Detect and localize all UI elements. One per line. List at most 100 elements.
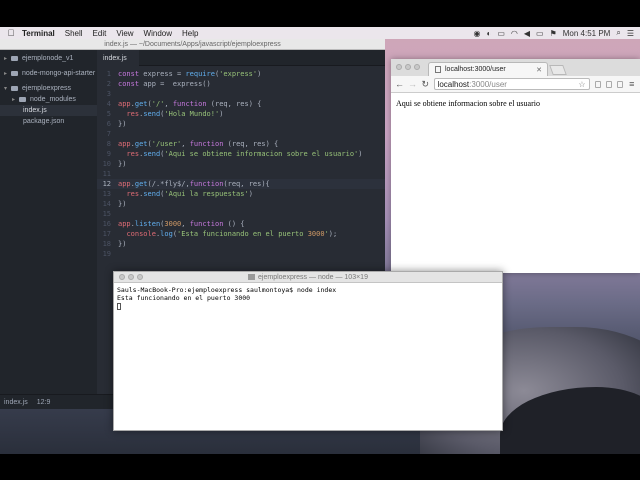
line-number: 5 [106,110,111,118]
wifi-icon[interactable]: ◠ [511,29,518,38]
sync-icon[interactable]: ◐ [486,29,491,38]
extension-icon[interactable] [605,80,613,88]
code-text: app.get(/.*fly$/,function(req, res){ [118,180,270,188]
editor-tab-bar: index.js [97,50,385,66]
chevron-right-icon[interactable]: ▸ [12,96,19,103]
code-line[interactable]: 8 app.get('/user', function (req, res) { [97,139,385,149]
reload-icon[interactable]: ↻ [421,79,430,90]
tree-item-node-modules[interactable]: ▸ node_modules [0,94,97,105]
code-line[interactable]: 18}) [97,239,385,249]
browser-tab[interactable]: localhost:3000/user ✕ [428,62,548,76]
code-text: const app = express() [118,80,211,88]
code-line[interactable]: 16 app.listen(3000, function () { [97,219,385,229]
code-line[interactable]: 12 app.get(/.*fly$/,function(req, res){ [97,179,385,189]
tree-item-ejemplonode-v1[interactable]: ▸ ejemplonode_v1 [0,53,97,64]
code-line[interactable]: 4 app.get('/', function (req, res) { [97,99,385,109]
bookmark-star-icon[interactable]: ☆ [578,80,585,89]
code-text: res.send('Hola Mundo!') [126,110,224,118]
code-line[interactable]: 6}) [97,119,385,129]
menu-view[interactable]: View [116,29,133,38]
minimize-window-button[interactable] [405,64,411,70]
tree-item-label: node_modules [30,96,76,103]
line-number: 11 [102,170,111,178]
code-line[interactable]: 15 [97,209,385,219]
line-number: 19 [102,250,111,258]
forward-arrow-icon[interactable]: → [408,79,417,89]
new-tab-button[interactable] [549,65,567,75]
extension-icon[interactable] [594,80,601,88]
editor-title-bar[interactable]: index.js — ~/Documents/Apps/javascript/e… [0,39,385,50]
zoom-window-button[interactable] [137,274,143,280]
menubar-clock[interactable]: Mon 4:51 PM [563,29,611,38]
line-number: 7 [106,130,111,138]
flag-icon[interactable]: ⚑ [550,29,557,38]
tree-item-label: index.js [23,107,47,114]
zoom-window-button[interactable] [414,64,420,70]
line-number: 9 [106,150,111,158]
code-line[interactable]: 19 [97,249,385,259]
display-icon[interactable]: ▭ [497,29,505,38]
code-text: const express = require('express') [118,70,262,78]
code-line[interactable]: 9 res.send('Aqui se obtiene informacion … [97,149,385,159]
code-text: }) [118,240,127,248]
tree-item-ejemploexpress[interactable]: ▾ ejemploexpress [0,83,97,94]
tree-item-node-mongo-api-starter[interactable]: ▸ node-mongo-api-starter [0,68,97,79]
code-line[interactable]: 17 console.log('Esta funcionando en el p… [97,229,385,239]
folder-icon [11,56,18,61]
terminal-title-bar[interactable]: ejemploexpress — node — 103×19 [114,272,502,283]
tree-item-package-json[interactable]: package.json [0,116,97,127]
code-line[interactable]: 3 [97,89,385,99]
close-window-button[interactable] [119,274,125,280]
spotlight-search-icon[interactable]: ⌕ [616,28,620,38]
code-line[interactable]: 10}) [97,159,385,169]
apple-menu-icon[interactable]:  [0,28,22,38]
tab-index-js[interactable]: index.js [97,50,139,66]
close-window-button[interactable] [396,64,402,70]
terminal-output[interactable]: Sauls-MacBook-Pro:ejemploexpress saulmon… [114,283,502,313]
menu-app-name[interactable]: Terminal [22,29,55,38]
code-line[interactable]: 11 [97,169,385,179]
tree-item-index-js[interactable]: index.js [0,105,97,116]
close-tab-icon[interactable]: ✕ [536,66,542,74]
code-text: res.send('Aqui la respuestas') [126,190,253,198]
line-number: 2 [106,80,111,88]
code-line[interactable]: 14}) [97,199,385,209]
extension-icon[interactable] [617,80,624,88]
line-number: 1 [106,70,111,78]
line-number: 6 [106,120,111,128]
volume-icon[interactable]: ◀ [524,29,530,38]
page-content: Aqui se obtiene informacion sobre el usu… [391,93,640,114]
code-line[interactable]: 5 res.send('Hola Mundo!') [97,109,385,119]
code-line[interactable]: 7 [97,129,385,139]
code-text: app.get('/', function (req, res) { [118,100,262,108]
project-tree: ▸ ejemplonode_v1 ▸ node-mongo-api-starter ▾ e… [0,50,97,400]
chevron-right-icon[interactable]: ▸ [4,70,11,77]
status-cursor-position[interactable]: 12:9 [37,399,51,406]
tree-item-label: node-mongo-api-starter [22,70,96,77]
line-number: 14 [102,200,111,208]
chrome-menu-icon[interactable]: ≡ [627,79,636,89]
menu-shell[interactable]: Shell [65,29,83,38]
tree-item-label: ejemplonode_v1 [22,55,74,62]
status-file-name[interactable]: index.js [4,399,28,406]
address-bar[interactable]: localhost:3000/user ☆ [433,78,590,90]
chevron-right-icon[interactable]: ▸ [4,55,11,62]
battery-icon[interactable]: ▭ [536,29,544,38]
code-line[interactable]: 1 const express = require('express') [97,69,385,79]
code-line[interactable]: 2 const app = express() [97,79,385,89]
back-arrow-icon[interactable]: ← [395,79,404,89]
screen-record-icon[interactable]: ◉ [474,29,481,38]
code-line[interactable]: 13 res.send('Aqui la respuestas') [97,189,385,199]
browser-toolbar: ← → ↻ localhost:3000/user ☆ ≡ [391,76,640,93]
menu-edit[interactable]: Edit [93,29,107,38]
code-text: app.get('/user', function (req, res) { [118,140,279,148]
window-controls [119,274,143,280]
line-number: 3 [106,90,111,98]
chevron-down-icon[interactable]: ▾ [4,85,11,92]
minimize-window-button[interactable] [128,274,134,280]
terminal-line: Sauls-MacBook-Pro:ejemploexpress saulmon… [117,286,337,294]
menu-window[interactable]: Window [144,29,172,38]
notification-center-icon[interactable]: ☰ [627,29,634,38]
menu-help[interactable]: Help [182,29,198,38]
terminal-title: ejemploexpress — node — 103×19 [258,273,368,281]
